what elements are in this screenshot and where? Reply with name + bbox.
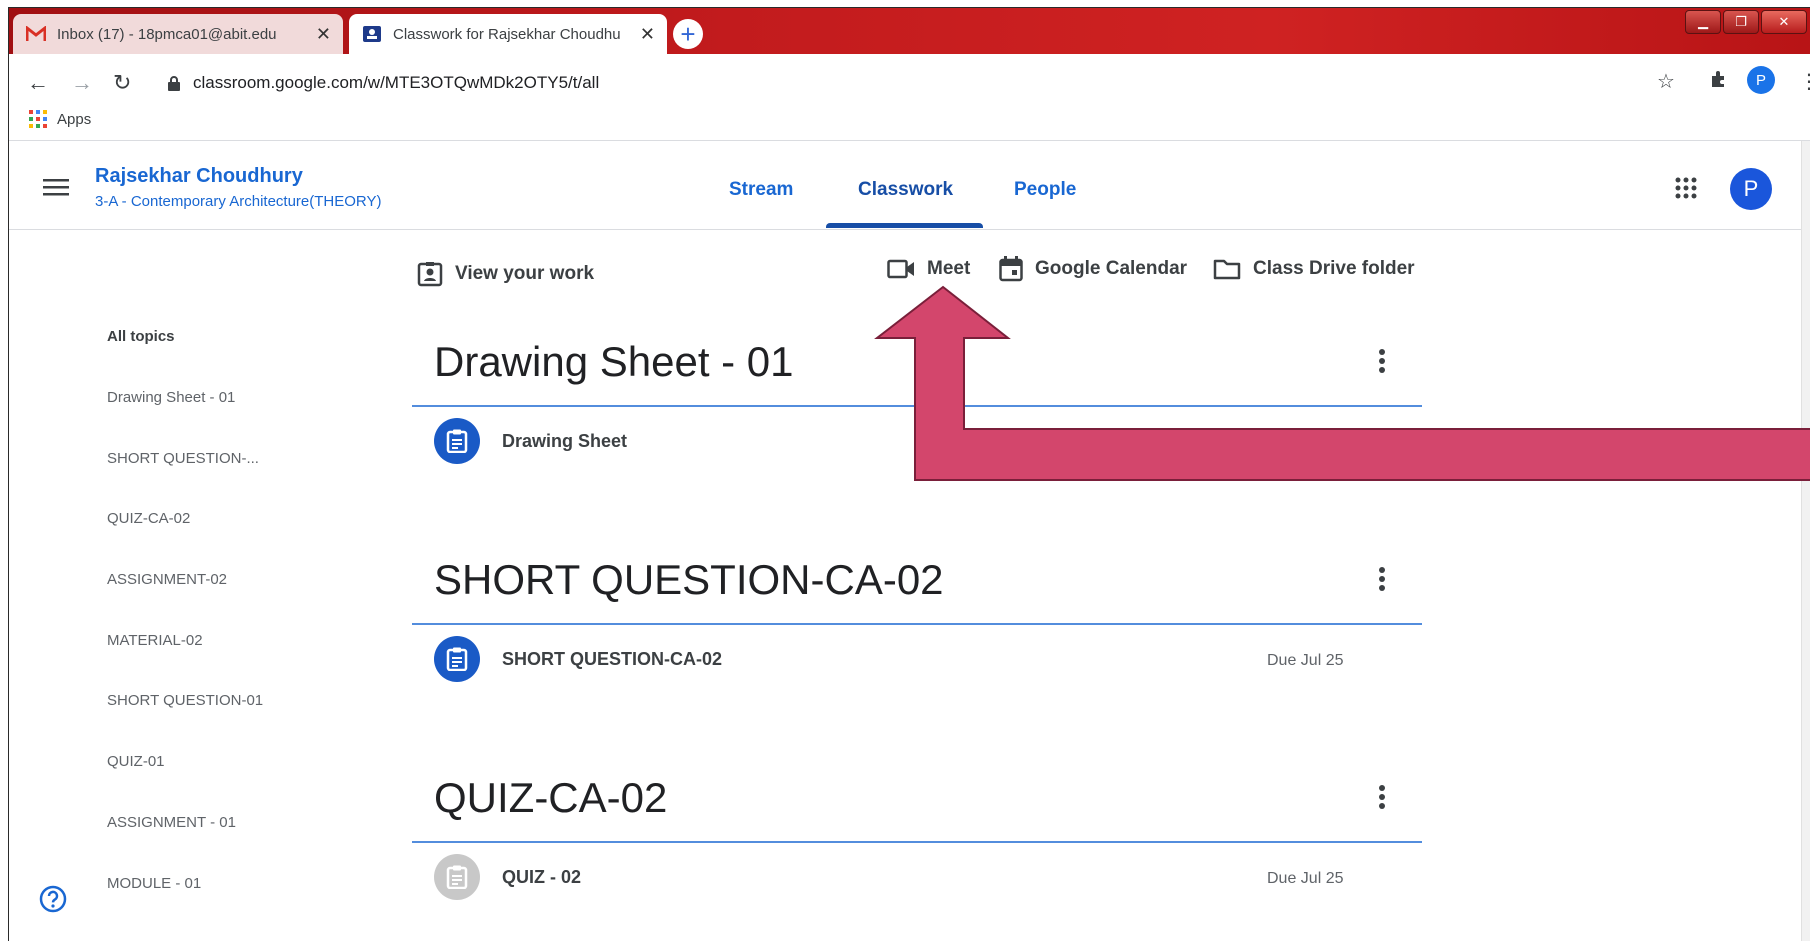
classwork-content: View your work Meet Google Calendar Clas…: [9, 230, 1810, 941]
classroom-icon: [361, 23, 383, 45]
due-date: Due Jul 25: [1267, 870, 1344, 887]
assignment-ind-icon: [417, 262, 443, 287]
section-title: SHORT QUESTION-CA-02: [434, 556, 944, 603]
extensions-icon[interactable]: [1709, 69, 1729, 94]
assignment-icon: [434, 636, 480, 682]
topic-item[interactable]: Drawing Sheet - 01: [107, 389, 235, 406]
topic-all[interactable]: All topics: [107, 328, 175, 345]
more-options-icon[interactable]: [1379, 349, 1387, 376]
tab-title: Inbox (17) - 18pmca01@abit.edu: [57, 25, 277, 43]
tab-people[interactable]: People: [1014, 179, 1076, 201]
apps-bookmark[interactable]: Apps: [29, 110, 91, 128]
meet-label: Meet: [927, 258, 971, 279]
more-options-icon[interactable]: [1379, 567, 1387, 594]
section-divider: [412, 841, 1422, 843]
item-title: Drawing Sheet: [502, 430, 628, 451]
calendar-icon: [999, 256, 1023, 282]
view-your-work-label: View your work: [455, 263, 595, 284]
topic-item[interactable]: SHORT QUESTION-...: [107, 450, 259, 467]
tab-classwork[interactable]: Classwork: [858, 179, 953, 201]
assignment-icon: [434, 854, 480, 900]
topic-item[interactable]: MODULE - 01: [107, 875, 201, 892]
video-camera-icon: [887, 259, 914, 279]
topic-item[interactable]: MATERIAL-02: [107, 632, 203, 649]
bookmarks-bar: Apps: [9, 102, 1810, 141]
item-title: SHORT QUESTION-CA-02: [502, 648, 723, 669]
help-icon[interactable]: [39, 885, 67, 913]
section-title: Drawing Sheet - 01: [434, 338, 794, 385]
account-avatar[interactable]: P: [1730, 168, 1772, 210]
topic-item[interactable]: ASSIGNMENT-02: [107, 571, 227, 588]
classwork-item[interactable]: Drawing Sheet: [434, 418, 627, 464]
topic-item[interactable]: SHORT QUESTION-01: [107, 692, 263, 709]
section-divider: [412, 405, 1422, 407]
minimize-icon[interactable]: ▁: [1685, 10, 1721, 34]
topic-item[interactable]: ASSIGNMENT - 01: [107, 814, 236, 831]
topic-item[interactable]: QUIZ-01: [107, 753, 165, 770]
forward-arrow-icon[interactable]: →: [71, 70, 93, 96]
view-your-work-button[interactable]: View your work: [417, 261, 594, 287]
google-apps-icon[interactable]: [1675, 177, 1697, 199]
close-tab-icon[interactable]: ✕: [640, 24, 655, 45]
more-menu-icon[interactable]: ⋮: [1799, 69, 1810, 94]
star-icon[interactable]: ☆: [1657, 69, 1675, 94]
item-title: QUIZ - 02: [502, 866, 582, 887]
teacher-name[interactable]: Rajsekhar Choudhury: [95, 165, 303, 188]
new-tab-button[interactable]: +: [673, 19, 703, 49]
gmail-icon: [25, 23, 47, 45]
classroom-header: Rajsekhar Choudhury 3-A - Contemporary A…: [9, 141, 1810, 230]
assignment-icon: [434, 418, 480, 464]
tab-stream[interactable]: Stream: [729, 179, 793, 201]
classwork-item[interactable]: SHORT QUESTION-CA-02: [434, 636, 722, 682]
class-drive-folder-button[interactable]: Class Drive folder: [1213, 258, 1415, 280]
section-divider: [412, 623, 1422, 625]
tab-strip: Inbox (17) - 18pmca01@abit.edu ✕ Classwo…: [9, 8, 1810, 54]
close-tab-icon[interactable]: ✕: [316, 24, 331, 45]
apps-grid-icon: [29, 110, 47, 128]
reload-icon[interactable]: ↻: [113, 70, 131, 96]
class-drive-folder-label: Class Drive folder: [1253, 258, 1415, 279]
window-controls: ▁ ❐ ✕: [1685, 10, 1807, 34]
back-arrow-icon[interactable]: ←: [27, 70, 49, 96]
due-date: Due Jul 25: [1267, 652, 1344, 669]
apps-label: Apps: [57, 110, 92, 128]
browser-window: Inbox (17) - 18pmca01@abit.edu ✕ Classwo…: [8, 7, 1810, 941]
class-name: 3-A - Contemporary Architecture(THEORY): [95, 193, 382, 210]
profile-avatar[interactable]: P: [1747, 66, 1775, 94]
more-options-icon[interactable]: [1379, 785, 1387, 812]
restore-icon[interactable]: ❐: [1723, 10, 1759, 34]
section-title: QUIZ-CA-02: [434, 774, 668, 821]
lock-icon: [168, 76, 180, 91]
tab-gmail[interactable]: Inbox (17) - 18pmca01@abit.edu ✕: [13, 14, 343, 54]
address-bar[interactable]: classroom.google.com/w/MTE3OTQwMDk2OTY5/…: [167, 65, 1647, 101]
google-calendar-label: Google Calendar: [1035, 258, 1188, 279]
close-window-icon[interactable]: ✕: [1761, 10, 1807, 34]
classwork-item[interactable]: QUIZ - 02: [434, 854, 581, 900]
hamburger-menu-icon[interactable]: [43, 177, 69, 197]
meet-button[interactable]: Meet: [887, 258, 970, 280]
topic-item[interactable]: QUIZ-CA-02: [107, 510, 190, 527]
tab-title: Classwork for Rajsekhar Choudhu: [393, 25, 621, 43]
google-calendar-button[interactable]: Google Calendar: [999, 256, 1187, 282]
active-tab-indicator: [826, 223, 983, 228]
url-text: classroom.google.com/w/MTE3OTQwMDk2OTY5/…: [193, 73, 600, 92]
folder-icon: [1213, 259, 1241, 280]
tab-classroom[interactable]: Classwork for Rajsekhar Choudhu ✕: [349, 14, 667, 54]
